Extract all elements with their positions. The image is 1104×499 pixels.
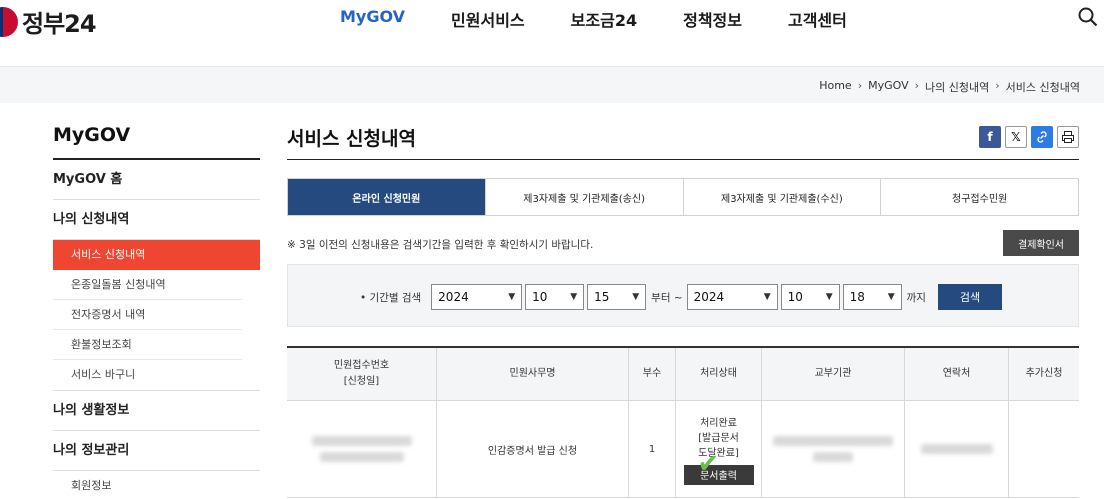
from-month-select[interactable]: 10 ▼	[525, 284, 585, 310]
sidebar-subitem-refund-info[interactable]: 환불정보조회	[53, 330, 242, 360]
breadcrumb-home[interactable]: Home	[819, 79, 851, 95]
redacted-text	[813, 452, 853, 462]
site-header: 정부24 MyGOV 민원서비스 보조금24 정책정보 고객센터	[0, 0, 1104, 66]
chevron-down-icon: ▼	[570, 292, 578, 302]
taegeuk-logo-icon	[0, 6, 18, 37]
chevron-right-icon: ›	[914, 79, 920, 92]
status-detail: [발급문서	[698, 432, 739, 444]
check-icon: ✔	[697, 448, 720, 479]
sidebar-item-home[interactable]: MyGOV 홈	[53, 160, 260, 200]
period-search-box: • 기간별 검색 2024 ▼ 10 ▼ 15 ▼ 부터 ~ 2024 ▼ 10 ▼ 18…	[287, 264, 1079, 327]
search-notice: ※ 3일 이전의 신청내용은 검색기간을 입력한 후 확인하시기 바랍니다.	[287, 239, 594, 251]
print-icon[interactable]	[1057, 126, 1079, 148]
col-header-receipt-number: 민원접수번호 [신청일]	[287, 348, 436, 400]
sidebar-item-life-info[interactable]: 나의 생활정보	[53, 391, 260, 431]
cell-receipt-number	[287, 401, 436, 497]
print-document-button[interactable]: ✔ 문서출력	[683, 449, 754, 485]
cell-copies: 1	[628, 401, 675, 497]
period-search-row: • 기간별 검색 2024 ▼ 10 ▼ 15 ▼ 부터 ~ 2024 ▼ 10 ▼ 18…	[360, 284, 1002, 310]
chevron-down-icon: ▼	[763, 292, 771, 302]
period-search-label: • 기간별 검색	[360, 291, 422, 304]
cell-contact	[904, 401, 1008, 497]
payment-receipt-button[interactable]: 결제확인서	[1003, 230, 1079, 256]
sidebar-subitem-member-info[interactable]: 회원정보	[53, 471, 242, 499]
application-tabs: 온라인 신청민원 제3자제출 및 기관제출(송신) 제3자제출 및 기관제출(수…	[287, 178, 1079, 216]
cell-additional	[1008, 401, 1079, 497]
col-header-contact: 연락처	[904, 348, 1008, 400]
breadcrumb-bar: Home › MyGOV › 나의 신청내역 › 서비스 신청내역	[0, 66, 1104, 103]
nav-customer-center[interactable]: 고객센터	[788, 7, 847, 31]
to-year-select[interactable]: 2024 ▼	[686, 284, 778, 310]
redacted-text	[920, 444, 993, 454]
title-divider	[287, 159, 1079, 160]
link-icon[interactable]	[1031, 126, 1053, 148]
x-twitter-icon[interactable]: 𝕏	[1005, 126, 1027, 148]
redacted-text	[319, 452, 404, 462]
redacted-text	[311, 436, 412, 446]
breadcrumb: Home › MyGOV › 나의 신청내역 › 서비스 신청내역	[819, 79, 1080, 95]
chevron-down-icon: ▼	[825, 292, 833, 302]
cell-issuing-agency	[761, 401, 904, 497]
from-suffix: 부터 ~	[651, 291, 683, 304]
col-header-status: 처리상태	[675, 348, 761, 400]
tab-third-party-received[interactable]: 제3자제출 및 기관제출(수신)	[682, 179, 881, 215]
breadcrumb-mygov[interactable]: MyGOV	[868, 79, 909, 95]
to-suffix: 까지	[906, 291, 926, 304]
breadcrumb-my-applications[interactable]: 나의 신청내역	[925, 79, 989, 95]
chevron-down-icon: ▼	[632, 292, 640, 302]
main-content: 서비스 신청내역 f 𝕏 온라인 신청민원 제3자제출 및 기관제출(송신) 제…	[287, 124, 1079, 327]
chevron-down-icon: ▼	[508, 292, 516, 302]
sidebar-subitem-service-basket[interactable]: 서비스 바구니	[53, 360, 242, 390]
main-nav: MyGOV 민원서비스 보조금24 정책정보 고객센터	[340, 7, 893, 31]
tab-online-applications[interactable]: 온라인 신청민원	[288, 179, 485, 215]
table-row: 인감증명서 발급 신청 1 처리완료 [발급문서 도달완료] ✔ 문서출력	[287, 401, 1079, 498]
col-header-additional: 추가신청	[1008, 348, 1079, 400]
sidebar-item-my-applications[interactable]: 나의 신청내역	[53, 200, 260, 240]
page-title: 서비스 신청내역	[287, 128, 416, 150]
cell-service-name[interactable]: 인감증명서 발급 신청	[436, 401, 628, 497]
site-logo[interactable]: 정부24	[0, 4, 97, 39]
col-header-issuing-agency: 교부기관	[761, 348, 904, 400]
from-year-select[interactable]: 2024 ▼	[431, 284, 523, 310]
chevron-down-icon: ▼	[887, 292, 895, 302]
chevron-right-icon: ›	[857, 79, 863, 92]
share-tools: f 𝕏	[975, 126, 1079, 148]
nav-civil-service[interactable]: 민원서비스	[451, 7, 525, 31]
status-text: 처리완료	[700, 417, 737, 429]
search-button[interactable]: 검색	[937, 284, 1002, 310]
to-day-select[interactable]: 18 ▼	[842, 284, 902, 310]
sidebar-item-my-info[interactable]: 나의 정보관리	[53, 431, 260, 471]
from-day-select[interactable]: 15 ▼	[587, 284, 647, 310]
logo-text: 정부24	[22, 10, 97, 38]
col-header-copies: 부수	[628, 348, 675, 400]
sidebar-title: MyGOV	[53, 124, 260, 160]
to-month-select[interactable]: 10 ▼	[780, 284, 840, 310]
col-header-service-name: 민원사무명	[436, 348, 628, 400]
nav-subsidy24[interactable]: 보조금24	[571, 7, 637, 31]
sidebar-subitem-e-certificates[interactable]: 전자증명서 내역	[53, 300, 242, 330]
applications-table: 민원접수번호 [신청일] 민원사무명 부수 처리상태 교부기관 연락처 추가신청…	[287, 346, 1079, 498]
tab-third-party-sent[interactable]: 제3자제출 및 기관제출(송신)	[484, 179, 683, 215]
sidebar-subitem-allday-care[interactable]: 온종일돌봄 신청내역	[53, 270, 242, 300]
chevron-right-icon: ›	[995, 79, 1000, 92]
cell-status: 처리완료 [발급문서 도달완료] ✔ 문서출력	[675, 401, 761, 497]
facebook-icon[interactable]: f	[979, 126, 1001, 148]
sidebar-submenu: 서비스 신청내역 온종일돌봄 신청내역 전자증명서 내역 환불정보조회 서비스 …	[53, 240, 260, 391]
redacted-text	[773, 436, 893, 446]
nav-policy-info[interactable]: 정책정보	[683, 7, 742, 31]
nav-mygov[interactable]: MyGOV	[340, 7, 405, 31]
tab-claim-applications[interactable]: 청구접수민원	[880, 179, 1078, 215]
search-icon[interactable]	[1078, 7, 1098, 27]
breadcrumb-current[interactable]: 서비스 신청내역	[1006, 79, 1080, 95]
sidebar: MyGOV MyGOV 홈 나의 신청내역 서비스 신청내역 온종일돌봄 신청내…	[53, 124, 260, 499]
table-header-row: 민원접수번호 [신청일] 민원사무명 부수 처리상태 교부기관 연락처 추가신청	[287, 348, 1079, 401]
sidebar-subitem-service-applications[interactable]: 서비스 신청내역	[53, 240, 260, 270]
